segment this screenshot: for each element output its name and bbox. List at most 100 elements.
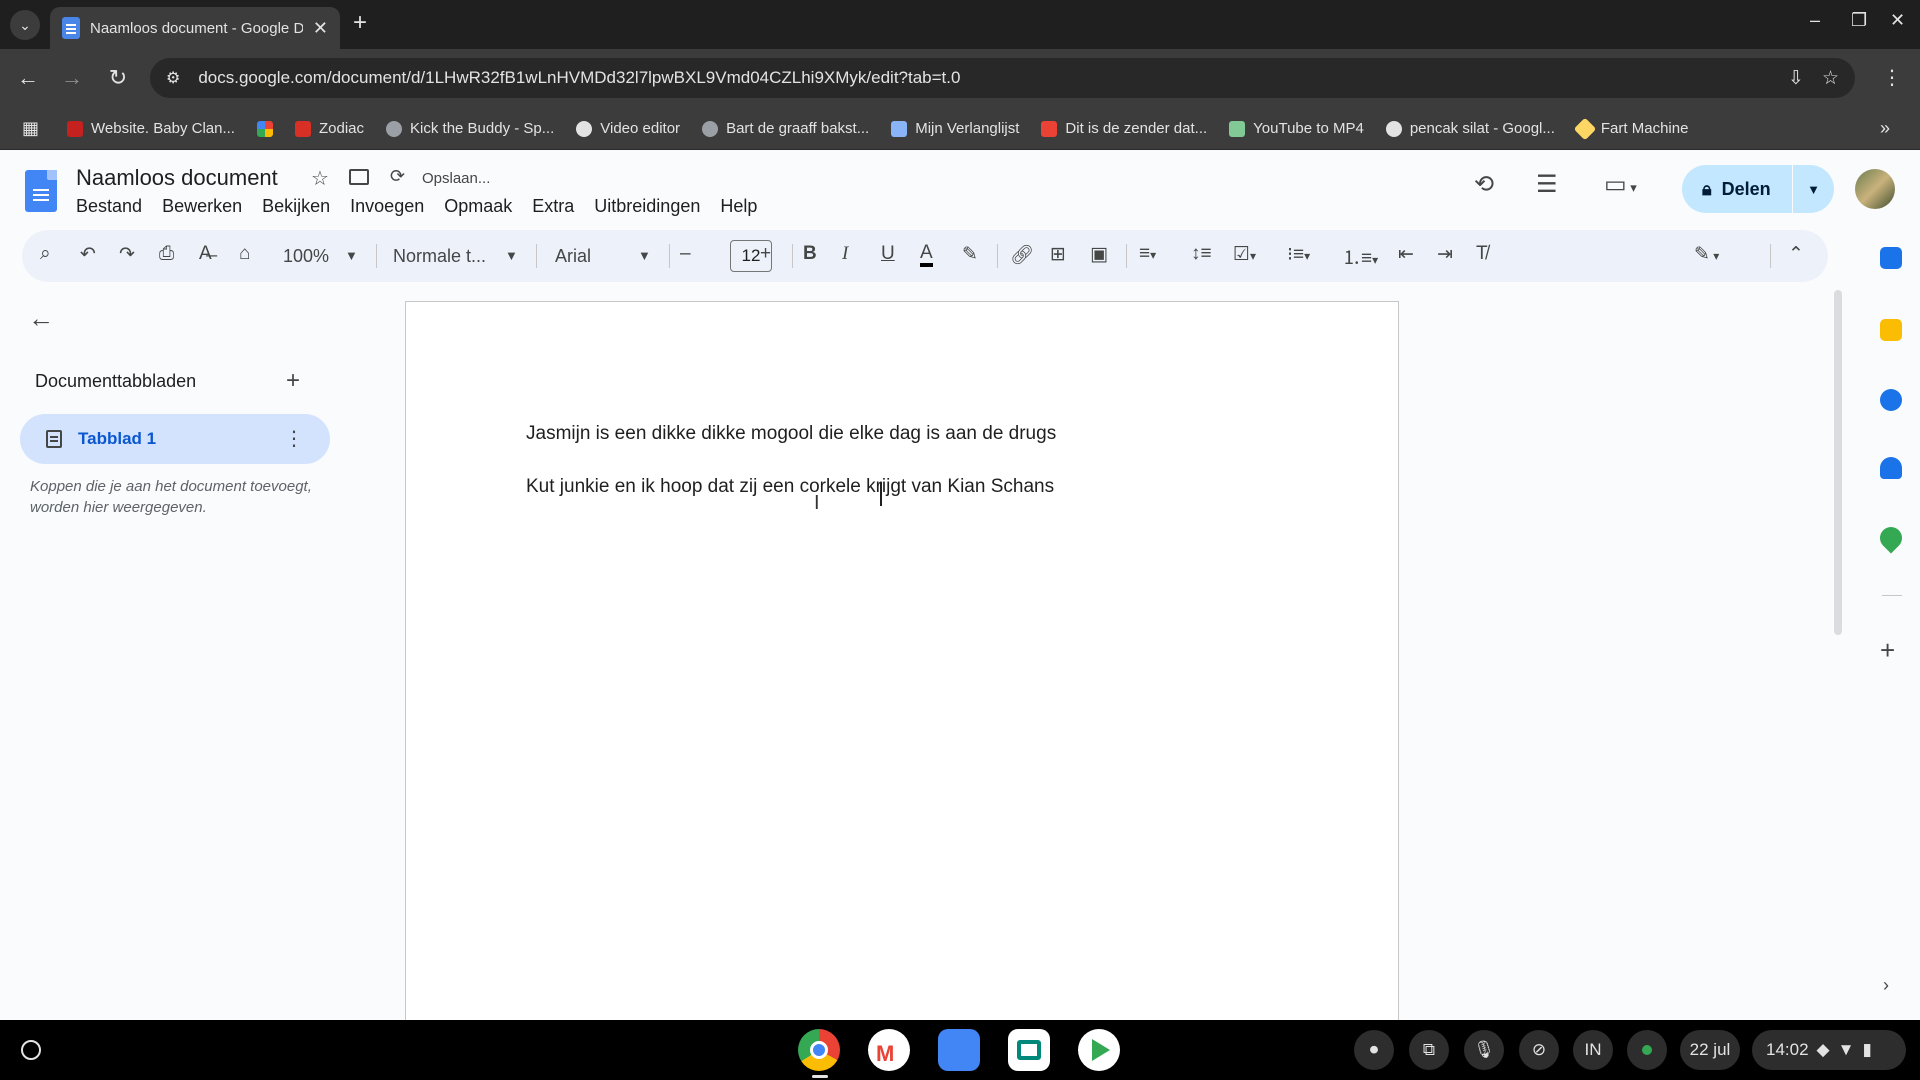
date-tray[interactable]: 22 jul <box>1680 1030 1740 1070</box>
menu-insert[interactable]: Invoegen <box>350 196 424 217</box>
restore-icon[interactable]: ❐ <box>1851 10 1867 31</box>
close-outline-back-arrow-icon[interactable]: ← <box>28 303 54 334</box>
bookmark-item[interactable]: Bart de graaff bakst... <box>702 120 869 137</box>
version-history-icon[interactable]: ⟲ <box>1474 170 1494 199</box>
menu-view[interactable]: Bekijken <box>262 196 330 217</box>
tasks-icon[interactable] <box>1880 389 1902 411</box>
add-tab-plus-icon[interactable]: + <box>286 367 300 395</box>
url-text[interactable]: docs.google.com/document/d/1LHwR32fB1wLn… <box>198 68 1770 88</box>
document-title[interactable]: Naamloos document <box>76 165 278 191</box>
insert-link-icon[interactable]: 🔗︎ <box>1010 243 1034 267</box>
menu-edit[interactable]: Bewerken <box>162 196 242 217</box>
chrome-app-icon[interactable] <box>798 1029 840 1071</box>
undo-icon[interactable]: ↶ <box>80 243 96 266</box>
site-info-icon[interactable]: ⚙ <box>166 68 180 88</box>
checklist-icon[interactable]: ☑▾ <box>1233 243 1256 266</box>
microphone-icon[interactable]: 🎙︎ <box>1464 1030 1504 1070</box>
bookmark-item[interactable]: YouTube to MP4 <box>1229 120 1364 137</box>
forward-arrow-icon[interactable]: → <box>58 65 86 91</box>
editing-mode-pencil-icon[interactable]: ✎ ▾ <box>1694 243 1719 266</box>
comments-icon[interactable]: ☰ <box>1536 170 1558 199</box>
bulleted-list-icon[interactable]: ⁝≡▾ <box>1287 243 1310 266</box>
tab-search-chevron-icon[interactable]: ⌄ <box>10 10 40 40</box>
decrease-indent-icon[interactable]: ⇤ <box>1398 243 1414 266</box>
accessibility-icon[interactable]: ⊘ <box>1519 1030 1559 1070</box>
bookmark-item[interactable]: Video editor <box>576 120 680 137</box>
back-arrow-icon[interactable]: ← <box>14 65 42 91</box>
status-dot-icon[interactable] <box>1627 1030 1667 1070</box>
bookmark-item[interactable]: Dit is de zender dat... <box>1041 120 1207 137</box>
bold-icon[interactable]: B <box>803 243 817 265</box>
numbered-list-icon[interactable]: ⒈≡▾ <box>1342 243 1378 270</box>
screen-record-stop-icon[interactable]: ⏺ <box>1354 1030 1394 1070</box>
bookmark-item[interactable]: Kick the Buddy - Sp... <box>386 120 554 137</box>
style-dropdown-icon[interactable]: ▼ <box>505 248 518 263</box>
document-paragraph[interactable]: Jasmijn is een dikke dikke mogool die el… <box>526 423 1056 445</box>
sidebar-tab-item[interactable]: Tabblad 1 ⋮ <box>20 414 330 464</box>
bookmark-item[interactable]: Fart Machine <box>1573 117 1688 140</box>
star-icon[interactable]: ☆ <box>311 166 329 191</box>
document-paragraph[interactable]: Kut junkie en ik hoop dat zij een corkel… <box>526 476 1054 498</box>
bookmark-star-icon[interactable]: ☆ <box>1822 67 1839 90</box>
contacts-icon[interactable] <box>1880 457 1902 479</box>
meet-app-icon[interactable] <box>1008 1029 1050 1071</box>
add-comment-icon[interactable]: ⊞ <box>1050 243 1066 266</box>
system-tray[interactable]: 14:02 ◆ ▼ ▮ <box>1752 1030 1906 1070</box>
share-dropdown-icon[interactable]: ▼ <box>1793 182 1834 197</box>
align-left-icon[interactable]: ≡▾ <box>1139 243 1156 265</box>
bookmark-item[interactable] <box>256 120 273 137</box>
meet-camera-icon[interactable]: ▭ ▾ <box>1604 170 1637 199</box>
avatar[interactable] <box>1855 169 1895 209</box>
italic-icon[interactable]: I <box>842 243 848 265</box>
share-main[interactable]: 🔒︎ Delen <box>1682 179 1792 200</box>
keep-icon[interactable] <box>1880 319 1902 341</box>
zoom-dropdown-icon[interactable]: ▼ <box>345 248 358 263</box>
line-spacing-icon[interactable]: ↕≡ <box>1191 243 1212 265</box>
decrease-font-size-icon[interactable]: – <box>680 243 691 265</box>
paint-format-icon[interactable]: ⌂ <box>239 243 250 265</box>
redo-icon[interactable]: ↷ <box>119 243 135 266</box>
spellcheck-icon[interactable]: A̶ <box>199 243 212 265</box>
bookmark-item[interactable]: Website. Baby Clan... <box>67 120 235 137</box>
tab-options-icon[interactable]: ⋮ <box>284 426 304 451</box>
increase-indent-icon[interactable]: ⇥ <box>1437 243 1453 266</box>
document-page[interactable]: Jasmijn is een dikke dikke mogool die el… <box>405 301 1399 1020</box>
browser-menu-icon[interactable]: ⋮ <box>1882 65 1902 90</box>
bookmark-item[interactable]: Mijn Verlanglijst <box>891 120 1019 137</box>
maps-icon[interactable] <box>1875 522 1907 554</box>
bookmark-item[interactable]: Zodiac <box>294 120 364 137</box>
gmail-app-icon[interactable]: M <box>868 1029 910 1071</box>
font-family-select[interactable]: Arial <box>555 246 591 267</box>
apps-grid-icon[interactable]: ▦ <box>22 118 39 139</box>
print-icon[interactable]: ⎙ <box>159 243 174 265</box>
tab-close-icon[interactable]: ✕ <box>313 18 328 39</box>
clipboard-icon[interactable]: ⧉ <box>1409 1030 1449 1070</box>
menu-file[interactable]: Bestand <box>76 196 142 217</box>
play-store-app-icon[interactable] <box>1078 1029 1120 1071</box>
insert-image-icon[interactable]: ▣ <box>1090 243 1108 266</box>
window-close-icon[interactable]: ✕ <box>1890 10 1905 31</box>
docs-logo-icon[interactable] <box>25 170 57 212</box>
highlight-pen-icon[interactable]: ✎ <box>962 243 978 266</box>
get-addons-plus-icon[interactable]: + <box>1880 635 1895 666</box>
underline-icon[interactable]: U <box>881 243 895 265</box>
browser-tab[interactable]: Naamloos document - Google Docs ✕ <box>50 7 340 49</box>
menu-tools[interactable]: Extra <box>532 196 574 217</box>
zoom-select[interactable]: 100% <box>283 246 329 267</box>
text-color-icon[interactable]: A <box>920 243 933 267</box>
move-folder-icon[interactable] <box>349 169 369 185</box>
calendar-icon[interactable] <box>1880 247 1902 269</box>
ime-indicator[interactable]: IN <box>1573 1030 1613 1070</box>
menu-help[interactable]: Help <box>720 196 757 217</box>
menu-format[interactable]: Opmaak <box>444 196 512 217</box>
reload-icon[interactable]: ↻ <box>104 65 132 91</box>
collapse-menus-chevron-icon[interactable]: ⌃ <box>1788 243 1804 266</box>
launcher-icon[interactable] <box>21 1040 41 1060</box>
menu-extensions[interactable]: Uitbreidingen <box>594 196 700 217</box>
bookmark-item[interactable]: pencak silat - Googl... <box>1385 120 1555 137</box>
more-bookmarks-icon[interactable]: » <box>1880 118 1890 139</box>
install-app-icon[interactable]: ⇩ <box>1788 67 1804 90</box>
hide-side-panel-chevron-icon[interactable]: › <box>1883 975 1889 996</box>
font-dropdown-icon[interactable]: ▼ <box>638 248 651 263</box>
files-app-icon[interactable] <box>938 1029 980 1071</box>
